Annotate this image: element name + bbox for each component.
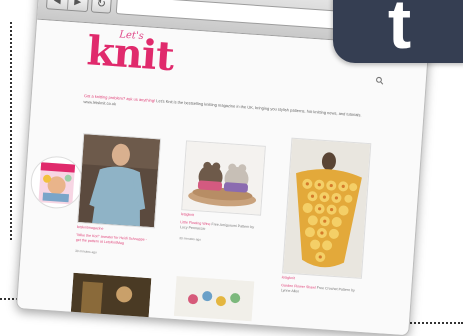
- site-description: Got a knitting problem? ask us anything!…: [83, 93, 383, 126]
- magazine-cover-avatar[interactable]: [29, 154, 85, 211]
- site-logo[interactable]: knit: [85, 27, 175, 80]
- post-caption[interactable]: "Mike the Kori" sweater for Heidi Schnap…: [76, 233, 153, 248]
- post-label[interactable]: letsgknit: [181, 212, 194, 218]
- post-card[interactable]: letsgknit Little Flowing Wine Free Amigu…: [179, 140, 266, 242]
- post-image-partial[interactable]: [173, 275, 255, 322]
- tumblr-t-icon: t: [387, 0, 412, 63]
- reload-button[interactable]: ↻: [90, 0, 113, 14]
- magazine-cover-image: [38, 162, 76, 205]
- post-meta: 30 minutes ago: [179, 236, 202, 242]
- post-card[interactable]: letsgknit Garden Flower Shawl Free Croch…: [281, 137, 372, 294]
- back-button[interactable]: ◀: [47, 0, 68, 10]
- tumblr-page: Let's knit Got a knitting problem? ask u…: [16, 19, 429, 336]
- dotted-divider-vertical: [10, 22, 12, 240]
- post-image-shawl[interactable]: [282, 137, 372, 279]
- post-caption: Little Flowing Wine Free Amigurumi Patte…: [180, 220, 259, 235]
- tumblr-badge: t: [333, 0, 463, 63]
- nav-button-group: ◀ ▶: [45, 0, 90, 13]
- post-card[interactable]: letsknitmagazine "Mike the Kori" sweater…: [75, 133, 162, 254]
- search-icon[interactable]: [375, 76, 384, 85]
- post-meta: 30 minutes ago: [74, 248, 97, 255]
- post-image-amigurumi[interactable]: [181, 140, 266, 216]
- post-image-sweater[interactable]: [77, 133, 162, 229]
- post-label[interactable]: letsgknit: [282, 275, 295, 281]
- post-image-partial[interactable]: [70, 272, 152, 319]
- post-caption: Garden Flower Shawl Free Crochet Pattern…: [281, 283, 360, 298]
- forward-button[interactable]: ▶: [66, 0, 89, 12]
